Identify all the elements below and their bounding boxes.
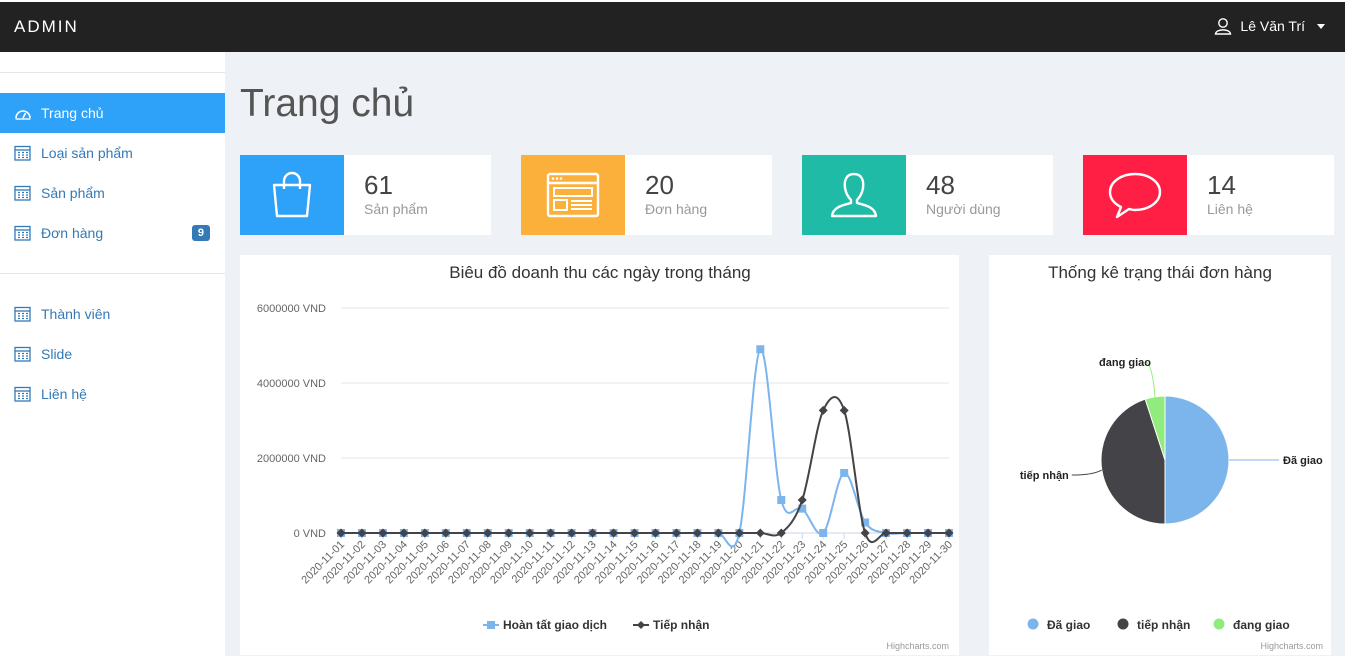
pie-data-label: Đã giao — [1283, 455, 1323, 467]
stat-value: 14 — [1207, 170, 1236, 200]
pie-data-label: tiếp nhận — [1020, 470, 1069, 482]
highcharts-credit[interactable]: Highcharts.com — [886, 641, 949, 651]
highcharts-credit[interactable]: Highcharts.com — [1260, 641, 1323, 651]
top-navbar: ADMIN Lê Văn Trí — [0, 0, 1345, 52]
legend-marker — [637, 621, 645, 629]
pie-slice[interactable] — [1164, 395, 1230, 525]
data-point[interactable] — [755, 528, 765, 538]
stat-label: Đơn hàng — [645, 201, 708, 217]
shopping-bag-icon — [272, 171, 312, 218]
stat-label: Người dùng — [926, 201, 1001, 217]
legend-marker — [1117, 618, 1129, 630]
revenue-line-chart: Biêu đồ doanh thu các ngày trong tháng 0 … — [257, 263, 955, 632]
y-tick-label: 4000000 VND — [257, 378, 326, 390]
stat-value: 61 — [364, 170, 393, 200]
sidebar-item-label: Liên hệ — [41, 386, 87, 402]
legend-item[interactable]: Hoàn tất giao dịch — [483, 618, 607, 632]
sidebar-item-label: Đơn hàng — [41, 225, 104, 241]
revenue-chart-panel: Biêu đồ doanh thu các ngày trong tháng 0 … — [240, 255, 959, 655]
sidebar-item-categories[interactable]: Loại sản phẩm — [0, 133, 225, 173]
legend-item[interactable]: Đã giao — [1027, 618, 1091, 632]
calendar-icon — [14, 346, 32, 362]
legend-label: đang giao — [1233, 618, 1290, 632]
order-status-pie-chart: Thống kê trạng thái đơn hàng Đã giao tiếp … — [1020, 263, 1323, 632]
legend-marker — [1213, 618, 1225, 630]
sidebar-item-members[interactable]: Thành viên — [0, 294, 225, 334]
data-point[interactable] — [860, 528, 870, 538]
series-line — [341, 396, 949, 543]
data-point[interactable] — [819, 529, 828, 537]
legend-item[interactable]: đang giao — [1213, 618, 1290, 632]
stat-icon-box — [521, 155, 625, 235]
sidebar-item-label: Sản phẩm — [41, 185, 105, 201]
stat-value: 48 — [926, 170, 955, 200]
stat-card-users[interactable]: 48 Người dùng — [802, 155, 1053, 235]
legend-label: Hoàn tất giao dịch — [503, 618, 607, 632]
sidebar-item-home[interactable]: Trang chủ — [0, 93, 225, 133]
user-name: Lê Văn Trí — [1240, 18, 1305, 34]
calendar-icon — [14, 386, 32, 402]
pie-connector — [1071, 469, 1103, 476]
data-point[interactable] — [840, 469, 849, 477]
sidebar-item-label: Loại sản phẩm — [41, 145, 133, 161]
y-tick-label: 6000000 VND — [257, 303, 326, 315]
stat-card-products[interactable]: 61 Sản phẩm — [240, 155, 491, 235]
sidebar-item-label: Slide — [41, 346, 73, 362]
calendar-icon — [14, 225, 32, 241]
data-point[interactable] — [797, 495, 807, 505]
series-line — [341, 348, 949, 548]
data-point[interactable] — [756, 345, 765, 354]
data-point[interactable] — [777, 496, 786, 504]
stat-value: 20 — [645, 170, 674, 200]
stat-card-orders[interactable]: 20 Đơn hàng — [521, 155, 772, 235]
sidebar-item-label: Trang chủ — [41, 105, 104, 121]
sidebar-item-label: Thành viên — [41, 306, 111, 322]
sidebar-divider — [0, 273, 225, 274]
stat-label: Sản phẩm — [364, 201, 428, 217]
y-tick-label: 2000000 VND — [257, 453, 326, 465]
legend-item[interactable]: Tiếp nhận — [633, 618, 709, 632]
data-point[interactable] — [818, 405, 828, 415]
sidebar-item-slide[interactable]: Slide — [0, 334, 225, 374]
pie-data-label: đang giao — [1099, 357, 1151, 369]
stat-icon-box — [802, 155, 906, 235]
legend-item[interactable]: tiếp nhận — [1117, 618, 1191, 632]
stat-icon-box — [1083, 155, 1187, 235]
legend-marker — [1027, 618, 1039, 630]
sidebar-divider — [0, 72, 225, 73]
calendar-icon — [14, 145, 32, 161]
brand-logo[interactable]: ADMIN — [14, 17, 79, 37]
legend-label: Tiếp nhận — [653, 618, 709, 632]
speech-bubble-icon — [1108, 172, 1162, 219]
legend-marker — [487, 621, 495, 629]
browser-window-icon — [546, 172, 600, 218]
stat-card-contacts[interactable]: 14 Liên hệ — [1083, 155, 1334, 235]
user-icon — [1214, 17, 1232, 35]
stat-label: Liên hệ — [1207, 201, 1253, 217]
user-icon — [830, 172, 878, 218]
y-tick-label: 0 VND — [294, 528, 326, 540]
caret-down-icon — [1317, 23, 1325, 29]
legend-label: Đã giao — [1047, 618, 1090, 632]
user-menu[interactable]: Lê Văn Trí — [1214, 17, 1325, 35]
orders-count-badge: 9 — [191, 225, 210, 241]
page-title: Trang chủ — [240, 82, 415, 125]
stat-icon-box — [240, 155, 344, 235]
sidebar-item-contact[interactable]: Liên hệ — [0, 374, 225, 414]
data-point[interactable] — [839, 405, 849, 415]
calendar-icon — [14, 306, 32, 322]
calendar-icon — [14, 185, 32, 201]
sidebar-item-orders[interactable]: Đơn hàng 9 — [0, 213, 225, 253]
chart-title: Biêu đồ doanh thu các ngày trong tháng — [449, 263, 751, 282]
sidebar: Trang chủ Loại sản phẩm Sản phẩm Đơn hàn… — [0, 52, 225, 656]
legend-label: tiếp nhận — [1137, 618, 1190, 632]
sidebar-item-products[interactable]: Sản phẩm — [0, 173, 225, 213]
order-status-chart-panel: Thống kê trạng thái đơn hàng Đã giao tiếp … — [989, 255, 1331, 655]
chart-title: Thống kê trạng thái đơn hàng — [1048, 263, 1272, 282]
dashboard-icon — [14, 105, 32, 121]
